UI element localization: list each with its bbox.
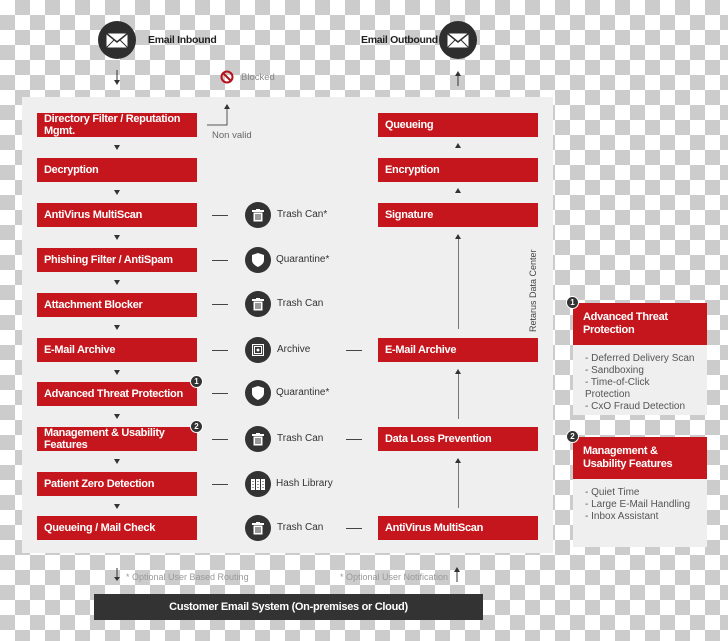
badge-2: 2: [566, 430, 579, 443]
action-label: Hash Library: [276, 478, 333, 489]
non-valid-label: Non valid: [212, 130, 252, 141]
data-center-label: Retarus Data Center: [528, 249, 538, 332]
archive-safe-icon: [245, 337, 271, 363]
flow-line: [458, 463, 459, 508]
flow-line: [458, 239, 459, 329]
email-outbound-label: Email Outbound: [361, 34, 438, 46]
email-inbound-label: Email Inbound: [148, 34, 217, 46]
email-outbound-icon: [439, 21, 477, 59]
inbound-step-decryption: Decryption: [37, 158, 197, 182]
connector-line: [212, 439, 228, 440]
action-label: Trash Can: [277, 298, 324, 309]
action-label: Trash Can: [277, 522, 324, 533]
routing-arrow-icon: [114, 568, 120, 581]
action-label: Trash Can*: [277, 209, 328, 220]
inbound-step-antivirus: AntiVirus MultiScan: [37, 203, 197, 227]
trash-can-icon: [245, 291, 271, 317]
advanced-threat-protection-card: Advanced Threat Protection - Deferred De…: [573, 303, 707, 415]
blocked-label: Blocked: [241, 72, 275, 83]
outbound-step-queueing: Queueing: [378, 113, 538, 137]
outbound-step-data-loss-prevention: Data Loss Prevention: [378, 427, 538, 451]
feature-list: - Quiet Time - Large E-Mail Handling - I…: [573, 479, 707, 533]
arrow-down-icon: [114, 370, 120, 375]
feature-item: - Quiet Time: [585, 487, 640, 498]
outbound-step-signature: Signature: [378, 203, 538, 227]
email-inbound-icon: [98, 21, 136, 59]
trash-can-icon: [245, 426, 271, 452]
arrow-down-icon: [114, 190, 120, 195]
inbound-step-attachment-blocker: Attachment Blocker: [37, 293, 197, 317]
arrow-down-icon: [114, 414, 120, 419]
routing-note: * Optional User Based Routing: [126, 572, 249, 582]
feature-item: - Inbox Assistant: [585, 511, 659, 522]
notification-arrow-icon: [454, 567, 460, 582]
trash-can-icon: [245, 202, 271, 228]
badge-2: 2: [190, 420, 203, 433]
non-valid-connector: [207, 104, 230, 126]
inbound-step-management-usability: Management & Usability Features: [37, 427, 197, 451]
hash-library-icon: [245, 471, 271, 497]
outbound-step-antivirus: AntiVirus MultiScan: [378, 516, 538, 540]
flow-line: [458, 374, 459, 419]
connector-line: [212, 393, 228, 394]
feature-item: - CxO Fraud Detection: [585, 401, 686, 412]
outbound-step-email-archive: E-Mail Archive: [378, 338, 538, 362]
feature-list: - Deferred Delivery Scan - Sandboxing - …: [573, 345, 707, 423]
card-title-line: Management &: [583, 445, 658, 457]
connector-line: [212, 260, 228, 261]
customer-email-system: Customer Email System (On-premises or Cl…: [94, 594, 483, 620]
card-title: Advanced Threat Protection: [573, 303, 707, 345]
connector-line: [212, 350, 228, 351]
card-title-line: Usability Features: [583, 458, 673, 470]
action-label: Trash Can: [277, 433, 324, 444]
inbound-arrow-icon: [114, 70, 120, 85]
shield-icon: [245, 380, 271, 406]
arrow-up-icon: [455, 188, 461, 193]
management-usability-card: Management & Usability Features - Quiet …: [573, 437, 707, 547]
arrow-down-icon: [114, 280, 120, 285]
outbound-step-encryption: Encryption: [378, 158, 538, 182]
action-label: Quarantine*: [276, 254, 330, 265]
badge-1: 1: [190, 375, 203, 388]
connector-line: [212, 484, 228, 485]
arrow-down-icon: [114, 235, 120, 240]
card-title-line: Advanced Threat: [583, 311, 668, 323]
connector-line: [346, 350, 362, 351]
blocked-icon: [220, 70, 234, 84]
inbound-step-phishing-filter: Phishing Filter / AntiSpam: [37, 248, 197, 272]
connector-line: [346, 439, 362, 440]
arrow-down-icon: [114, 504, 120, 509]
inbound-step-email-archive: E-Mail Archive: [37, 338, 197, 362]
feature-item: - Time-of-Click Protection: [585, 377, 650, 400]
inbound-step-directory-filter: Directory Filter / Reputation Mgmt.: [37, 113, 197, 137]
trash-can-icon: [245, 515, 271, 541]
arrow-up-icon: [455, 143, 461, 148]
inbound-step-queueing-mail-check: Queueing / Mail Check: [37, 516, 197, 540]
connector-line: [212, 215, 228, 216]
shield-icon: [245, 247, 271, 273]
inbound-step-advanced-threat-protection: Advanced Threat Protection: [37, 382, 197, 406]
notification-note: * Optional User Notification: [340, 572, 449, 582]
arrow-down-icon: [114, 145, 120, 150]
outbound-arrow-icon: [455, 71, 461, 86]
badge-1: 1: [566, 296, 579, 309]
arrow-down-icon: [114, 459, 120, 464]
action-label: Quarantine*: [276, 387, 330, 398]
arrow-down-icon: [114, 325, 120, 330]
action-label: Archive: [277, 344, 311, 355]
feature-item: - Large E-Mail Handling: [585, 499, 691, 510]
feature-item: - Deferred Delivery Scan: [585, 353, 695, 364]
card-title-line: Protection: [583, 324, 635, 336]
connector-line: [346, 528, 362, 529]
feature-item: - Sandboxing: [585, 365, 644, 376]
connector-line: [212, 304, 228, 305]
card-title: Management & Usability Features: [573, 437, 707, 479]
inbound-step-patient-zero: Patient Zero Detection: [37, 472, 197, 496]
